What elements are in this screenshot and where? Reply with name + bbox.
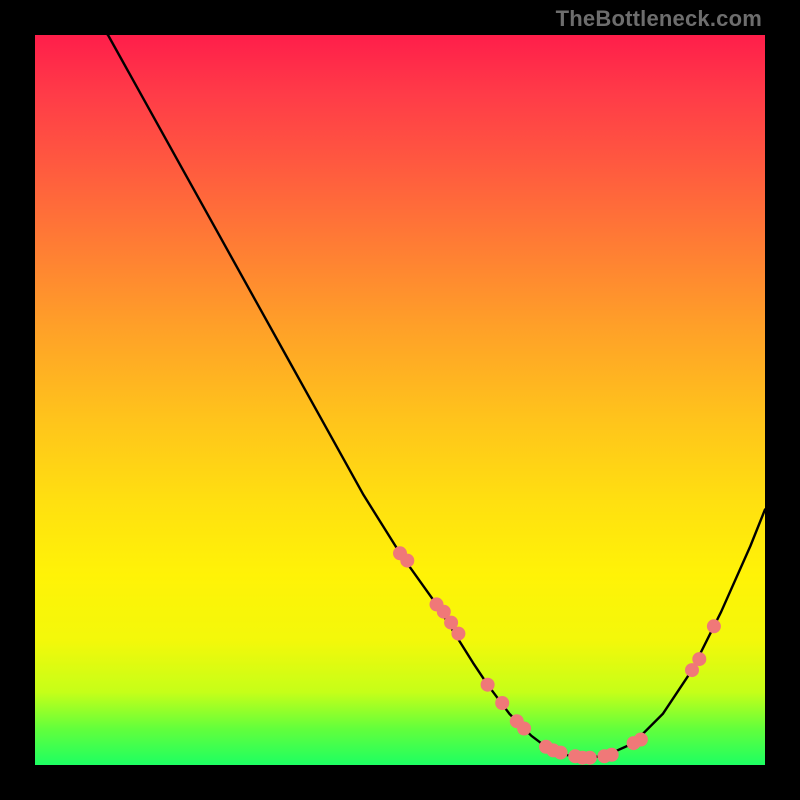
- curve-marker: [634, 733, 648, 747]
- curve-marker: [451, 627, 465, 641]
- curve-marker: [517, 722, 531, 736]
- plot-area: [35, 35, 765, 765]
- bottleneck-curve: [35, 0, 765, 758]
- attribution-label: TheBottleneck.com: [556, 6, 762, 32]
- chart-stage: TheBottleneck.com: [0, 0, 800, 800]
- curve-marker: [583, 751, 597, 765]
- curve-marker: [692, 652, 706, 666]
- curve-marker: [481, 678, 495, 692]
- curve-marker: [707, 619, 721, 633]
- curve-layer: [35, 35, 765, 765]
- curve-marker: [400, 554, 414, 568]
- curve-marker: [554, 746, 568, 760]
- curve-markers: [393, 546, 721, 764]
- curve-marker: [605, 748, 619, 762]
- curve-marker: [495, 696, 509, 710]
